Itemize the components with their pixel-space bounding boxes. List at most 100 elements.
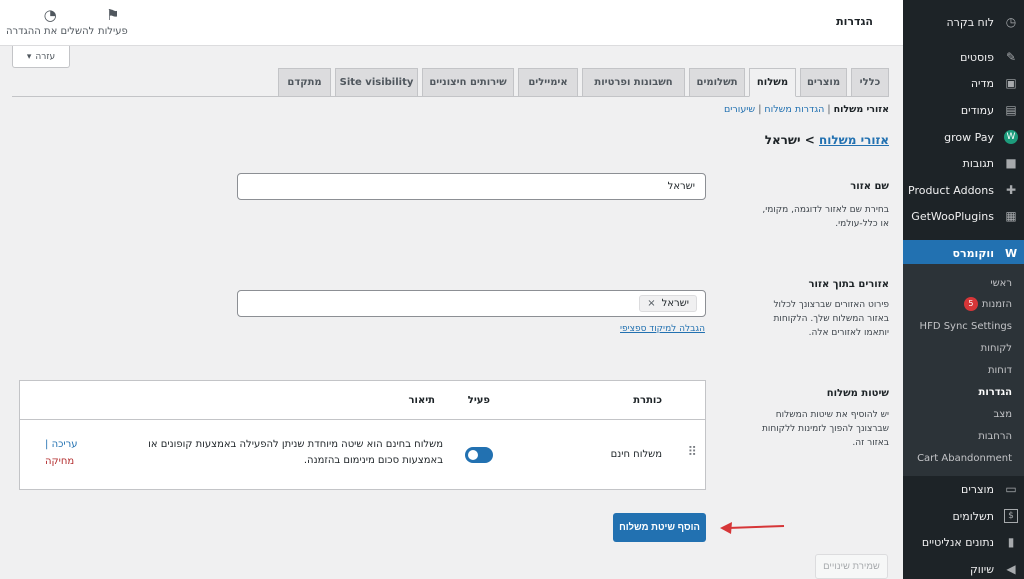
- tab-shipping[interactable]: משלוח: [749, 68, 796, 97]
- tab-integrations[interactable]: שירותים חיצוניים: [422, 68, 514, 97]
- submenu-reports[interactable]: דוחות: [903, 359, 1024, 381]
- shipping-methods-table: כותרת פעיל תיאור ⠿ משלוח חינם משלוח בחינ…: [19, 380, 706, 490]
- sidebar-item-label: עמודים: [960, 103, 994, 117]
- tab-payments[interactable]: תשלומים: [689, 68, 745, 97]
- marketing-icon: ◀: [1006, 562, 1016, 576]
- submenu-customers[interactable]: לקוחות: [903, 337, 1024, 359]
- tab-advanced[interactable]: מתקדם: [278, 68, 331, 97]
- method-title: משלוח חינם: [610, 449, 662, 460]
- delete-method-link[interactable]: מחיקה: [45, 454, 74, 470]
- submenu-settings[interactable]: הגדרות: [903, 381, 1024, 403]
- shipping-methods-label: שיטות משלוח: [826, 388, 889, 399]
- tab-label: תשלומים: [696, 77, 738, 88]
- column-enabled: פעיל: [467, 394, 490, 406]
- sidebar-item-dashboard[interactable]: ◷ לוח בקרה: [903, 9, 1024, 35]
- arrow-head: [720, 522, 732, 534]
- edit-label: עריכה: [51, 439, 78, 450]
- submenu-label: HFD Sync Settings: [919, 320, 1012, 332]
- add-shipping-method-button[interactable]: הוסף שיטת משלוח: [613, 513, 706, 542]
- submenu-label: ראשי: [990, 277, 1012, 289]
- sidebar-item-comments[interactable]: ■ תגובות: [903, 150, 1024, 176]
- remove-chip-icon[interactable]: ×: [647, 298, 655, 309]
- save-changes-button[interactable]: שמירת שינויים: [815, 554, 888, 579]
- sidebar-item-products[interactable]: ▭ מוצרים: [903, 476, 1024, 502]
- submenu-label: מצב: [993, 408, 1012, 420]
- zone-name-value: ישראל: [667, 181, 695, 192]
- finish-setup-button[interactable]: ◔ להשלים את ההגדרה: [6, 6, 94, 37]
- sidebar-item-getwooplugins[interactable]: ▦ GetWooPlugins: [903, 203, 1024, 229]
- activity-label: פעילות: [98, 26, 128, 37]
- sidebar-item-growpay[interactable]: Wgrow Pay: [903, 124, 1024, 150]
- products-icon: ▭: [1005, 482, 1017, 496]
- zone-name-label: שם אזור: [850, 181, 889, 192]
- arrow-shaft: [727, 525, 785, 529]
- shipping-subnav: אזורי משלוח | הגדרות משלוח | שיעורים: [723, 104, 889, 115]
- tab-label: כללי: [859, 77, 881, 88]
- tab-products[interactable]: מוצרים: [800, 68, 847, 97]
- tab-emails[interactable]: אימיילים: [518, 68, 578, 97]
- sidebar-item-payments[interactable]: $ תשלומים: [903, 503, 1024, 529]
- region-chip-label: ישראל: [661, 298, 689, 309]
- media-icon: ▣: [1005, 76, 1017, 90]
- woocommerce-icon: W: [1004, 246, 1018, 260]
- sidebar-item-label: נתונים אנליטיים: [921, 535, 994, 549]
- sidebar-item-pages[interactable]: ▤ עמודים: [903, 97, 1024, 123]
- header-divider: [20, 419, 705, 420]
- breadcrumb-current: ישראל: [764, 133, 801, 147]
- submenu-status[interactable]: מצב: [903, 403, 1024, 425]
- analytics-icon: ▮: [1007, 535, 1015, 549]
- drag-handle-icon[interactable]: ⠿: [687, 445, 697, 461]
- plugins-icon: ▦: [1005, 209, 1017, 223]
- sidebar-item-analytics[interactable]: ▮ נתונים אנליטיים: [903, 529, 1024, 555]
- subnav-shipping-options[interactable]: הגדרות משלוח: [764, 104, 824, 115]
- payments-icon: $: [1004, 509, 1018, 523]
- zone-name-input[interactable]: ישראל: [237, 173, 706, 200]
- breadcrumb: אזורי משלוח > ישראל: [765, 133, 889, 147]
- tab-label: חשבונות ופרטיות: [594, 77, 673, 88]
- submenu-extensions[interactable]: הרחבות: [903, 425, 1024, 447]
- subnav-classes[interactable]: שיעורים: [724, 104, 755, 115]
- breadcrumb-link[interactable]: אזורי משלוח: [819, 133, 889, 147]
- edit-method-link[interactable]: עריכה |: [45, 437, 78, 453]
- method-enabled-toggle[interactable]: [465, 447, 493, 463]
- page-title: הגדרות: [836, 15, 873, 28]
- sidebar-item-media[interactable]: ▣ מדיה: [903, 70, 1024, 96]
- red-arrow-annotation: [720, 522, 785, 534]
- tab-accounts-privacy[interactable]: חשבונות ופרטיות: [582, 68, 685, 97]
- submenu-label: הזמנות: [981, 298, 1012, 310]
- tab-label: משלוח: [756, 77, 789, 88]
- sidebar-item-posts[interactable]: ✎ פוסטים: [903, 44, 1024, 70]
- sidebar-item-label: פוסטים: [960, 50, 994, 64]
- sidebar-item-product-addons[interactable]: ✚ Product Addons: [903, 177, 1024, 203]
- tab-general[interactable]: כללי: [851, 68, 889, 97]
- submenu-hfd-sync[interactable]: HFD Sync Settings: [903, 315, 1024, 337]
- submenu-label: דוחות: [987, 364, 1012, 376]
- submenu-orders[interactable]: הזמנות 5: [903, 293, 1024, 315]
- subnav-zones[interactable]: אזורי משלוח: [834, 104, 889, 115]
- sidebar-item-label: לוח בקרה: [946, 15, 995, 29]
- zone-regions-description: פירוט האזורים שברצונך לכלול באזור המשלוח…: [773, 300, 889, 338]
- submenu-home[interactable]: ראשי: [903, 272, 1024, 294]
- sidebar-item-marketing[interactable]: ◀ שיווק: [903, 556, 1024, 579]
- submenu-cart-abandonment[interactable]: Cart Abandonment: [903, 447, 1024, 469]
- orders-count-badge: 5: [963, 297, 978, 311]
- flag-icon: ⚑: [106, 6, 120, 24]
- sidebar-item-label: מוצרים: [961, 482, 994, 496]
- activity-button[interactable]: ⚑ פעילות: [98, 6, 128, 37]
- zone-regions-select[interactable]: ישראל ×: [237, 290, 706, 317]
- sidebar-item-label: תשלומים: [952, 509, 994, 523]
- settings-tabs: כללי מוצרים משלוח תשלומים חשבונות ופרטיו…: [12, 68, 889, 97]
- column-description: תיאור: [408, 394, 435, 406]
- addons-icon: ✚: [1005, 183, 1017, 197]
- finish-setup-label: להשלים את ההגדרה: [6, 26, 95, 37]
- pages-icon: ▤: [1005, 103, 1017, 117]
- sidebar-item-woocommerce[interactable]: W ווקומרס: [903, 240, 1024, 266]
- caret-down-icon: ▾: [26, 51, 32, 62]
- zone-regions-label: אזורים בתוך אזור: [808, 279, 889, 290]
- progress-circle-icon: ◔: [43, 6, 57, 24]
- limit-postcodes-link[interactable]: הגבלה למיקוד ספציפי: [620, 324, 705, 334]
- tab-site-visibility[interactable]: Site visibility: [335, 68, 418, 97]
- sidebar-item-label: GetWooPlugins: [911, 209, 994, 223]
- help-button[interactable]: עזרה ▾: [12, 46, 70, 68]
- sidebar-item-label: שיווק: [969, 562, 994, 576]
